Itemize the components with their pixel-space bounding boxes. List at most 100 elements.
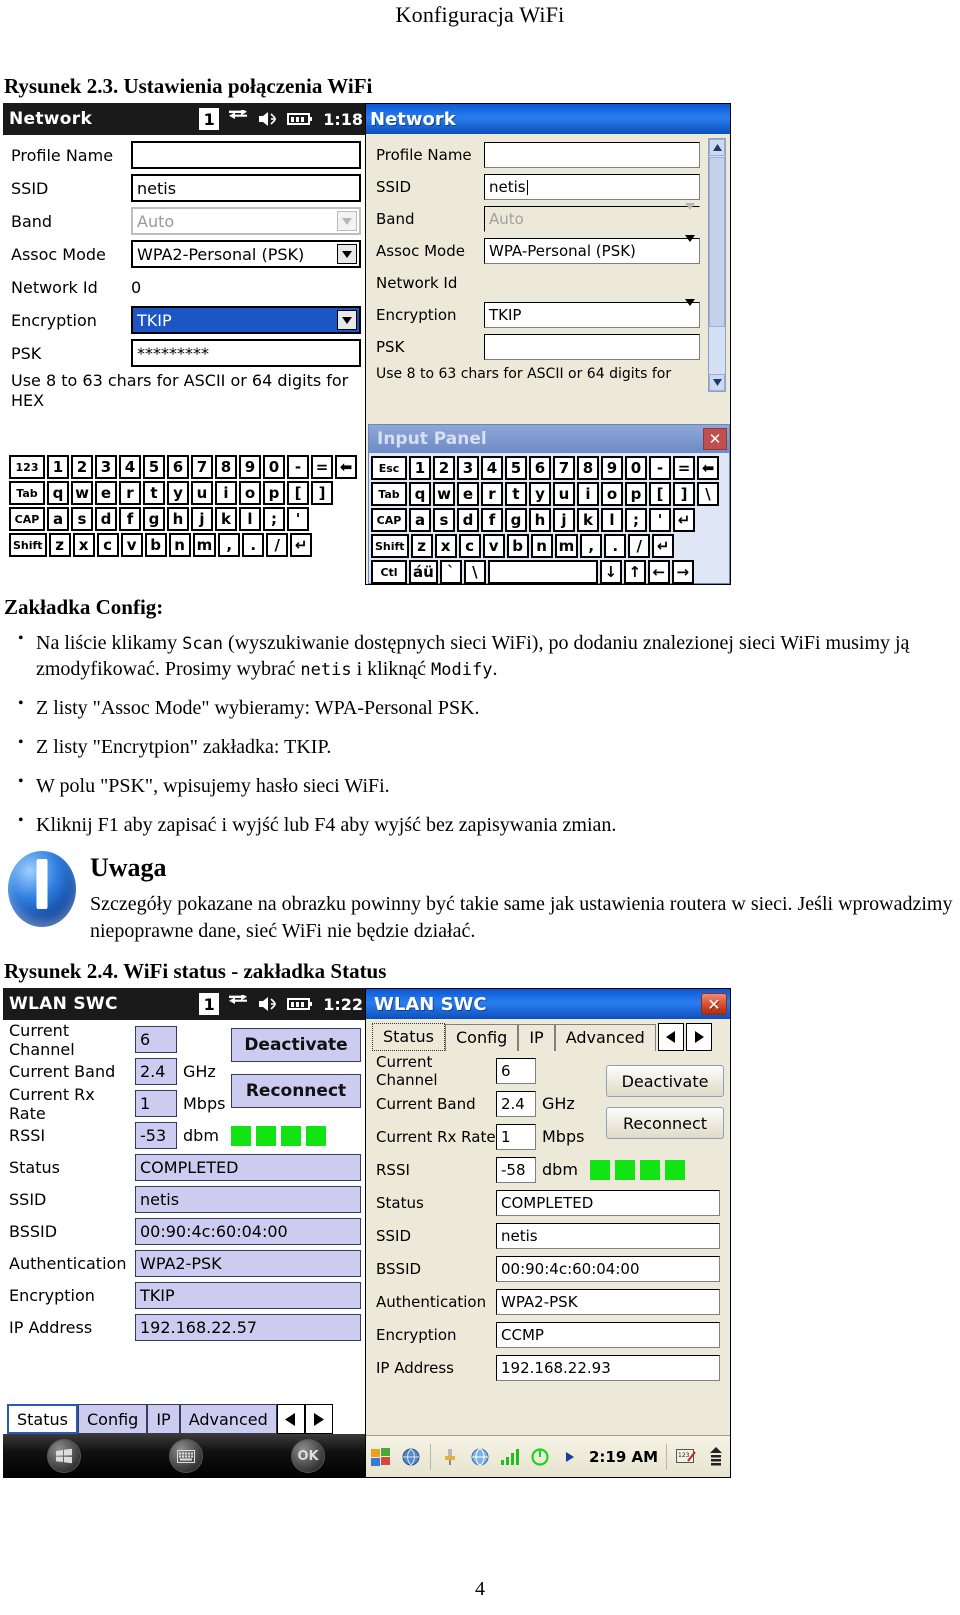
key-,[interactable]: , (580, 534, 603, 558)
key-r[interactable]: r (119, 481, 141, 505)
key-o[interactable]: o (239, 481, 261, 505)
key-2[interactable]: 2 (71, 455, 93, 479)
key-6[interactable]: 6 (167, 455, 189, 479)
tab-advanced[interactable]: Advanced (179, 1404, 277, 1434)
key-123[interactable]: 123 (9, 455, 45, 479)
key-q[interactable]: q (47, 481, 69, 505)
deactivate-button[interactable]: Deactivate (606, 1065, 724, 1097)
browser-icon[interactable] (469, 1446, 491, 1468)
key-\[interactable]: \ (697, 482, 719, 506)
reconnect-button[interactable]: Reconnect (606, 1107, 724, 1139)
key-h[interactable]: h (167, 507, 189, 531)
key-m[interactable]: m (554, 534, 579, 558)
key--[interactable]: - (649, 456, 671, 480)
key-;[interactable]: ; (625, 508, 647, 532)
power-icon[interactable] (529, 1446, 551, 1468)
key-g[interactable]: g (505, 508, 527, 532)
key-↵[interactable]: ↵ (652, 534, 675, 558)
key-][interactable]: ] (311, 481, 333, 505)
reconnect-button[interactable]: Reconnect (231, 1074, 361, 1108)
key-k[interactable]: k (577, 508, 599, 532)
key-b[interactable]: b (144, 533, 167, 557)
key-1[interactable]: 1 (409, 456, 431, 480)
combo-encryption[interactable]: TKIP (131, 306, 361, 334)
chevron-down-icon[interactable] (685, 299, 695, 324)
tab-config[interactable]: Config (444, 1024, 519, 1051)
start-icon[interactable] (370, 1446, 392, 1468)
key-o[interactable]: o (601, 482, 623, 506)
combo-assoc-mode[interactable]: WPA2-Personal (PSK) (131, 240, 361, 268)
key-f[interactable]: f (119, 507, 141, 531)
key-d[interactable]: d (457, 508, 479, 532)
vertical-scrollbar[interactable] (708, 138, 726, 392)
key-a[interactable]: a (409, 508, 431, 532)
key-=[interactable]: = (311, 455, 333, 479)
key-/[interactable]: / (628, 534, 651, 558)
key-j[interactable]: j (553, 508, 575, 532)
key-.[interactable]: . (604, 534, 627, 558)
chevron-down-icon[interactable] (685, 235, 695, 260)
plug-icon[interactable] (439, 1446, 461, 1468)
key-n[interactable]: n (530, 534, 553, 558)
key-e[interactable]: e (457, 482, 479, 506)
key-j[interactable]: j (191, 507, 213, 531)
show-desktop-icon[interactable] (705, 1446, 727, 1468)
key-z[interactable]: z (48, 533, 71, 557)
key-6[interactable]: 6 (529, 456, 551, 480)
handheld-soft-keyboard[interactable]: 123 1 2 3 4 5 6 7 8 9 0- = ⬅ Tab q w e r t y u i o p[] CAP a s d f… (9, 455, 365, 559)
ok-button[interactable]: OK (291, 1439, 325, 1473)
key-,[interactable]: , (218, 533, 241, 557)
key-3[interactable]: 3 (95, 455, 117, 479)
key-9[interactable]: 9 (239, 455, 261, 479)
tab-status[interactable]: Status (7, 1404, 78, 1434)
tab-ip[interactable]: IP (147, 1404, 180, 1434)
key-[[interactable]: [ (287, 481, 309, 505)
key-\[interactable]: \ (463, 560, 486, 584)
key-←[interactable]: ← (647, 560, 670, 584)
key-x[interactable]: x (72, 533, 95, 557)
key-u[interactable]: u (191, 481, 213, 505)
chevron-down-icon[interactable] (337, 244, 357, 264)
key-Shift[interactable]: Shift (371, 534, 409, 558)
deactivate-button[interactable]: Deactivate (231, 1028, 361, 1062)
key-q[interactable]: q (409, 482, 431, 506)
key-2[interactable]: 2 (433, 456, 455, 480)
key-1[interactable]: 1 (47, 455, 69, 479)
key-3[interactable]: 3 (457, 456, 479, 480)
tab-config[interactable]: Config (77, 1404, 148, 1434)
key-t[interactable]: t (143, 481, 165, 505)
key-→[interactable]: → (671, 560, 694, 584)
tab-advanced[interactable]: Advanced (554, 1024, 656, 1051)
key-p[interactable]: p (263, 481, 285, 505)
key--[interactable]: - (287, 455, 309, 479)
key-/[interactable]: / (266, 533, 289, 557)
key-b[interactable]: b (506, 534, 529, 558)
key-4[interactable]: 4 (481, 456, 503, 480)
scroll-up-icon[interactable] (709, 139, 725, 156)
key-h[interactable]: h (529, 508, 551, 532)
input-ssid[interactable]: netis (131, 174, 361, 202)
tab-status[interactable]: Status (372, 1023, 445, 1051)
key-r[interactable]: r (481, 482, 503, 506)
input-psk[interactable] (484, 334, 700, 360)
key-x[interactable]: x (434, 534, 457, 558)
key-4[interactable]: 4 (119, 455, 141, 479)
key-v[interactable]: v (482, 534, 505, 558)
key-.[interactable]: . (242, 533, 265, 557)
key-w[interactable]: w (71, 481, 93, 505)
scroll-down-icon[interactable] (709, 374, 725, 391)
input-ssid[interactable]: netis (484, 174, 700, 200)
key-c[interactable]: c (96, 533, 119, 557)
key-↵[interactable]: ↵ (290, 533, 313, 557)
key-Esc[interactable]: Esc (371, 456, 407, 480)
key-l[interactable]: l (601, 508, 623, 532)
key-5[interactable]: 5 (505, 456, 527, 480)
key-=[interactable]: = (673, 456, 695, 480)
key-[[interactable]: [ (649, 482, 671, 506)
key-CAP[interactable]: CAP (9, 507, 45, 531)
chevron-down-icon[interactable] (337, 310, 357, 330)
input-panel-keyboard[interactable]: Esc 1 2 3 4 5 6 7 8 9 0- = ⬅ Tab q w e r t y u i o p[] \ CAP a s d… (369, 453, 729, 584)
key-8[interactable]: 8 (215, 455, 237, 479)
key-s[interactable]: s (71, 507, 93, 531)
key-e[interactable]: e (95, 481, 117, 505)
